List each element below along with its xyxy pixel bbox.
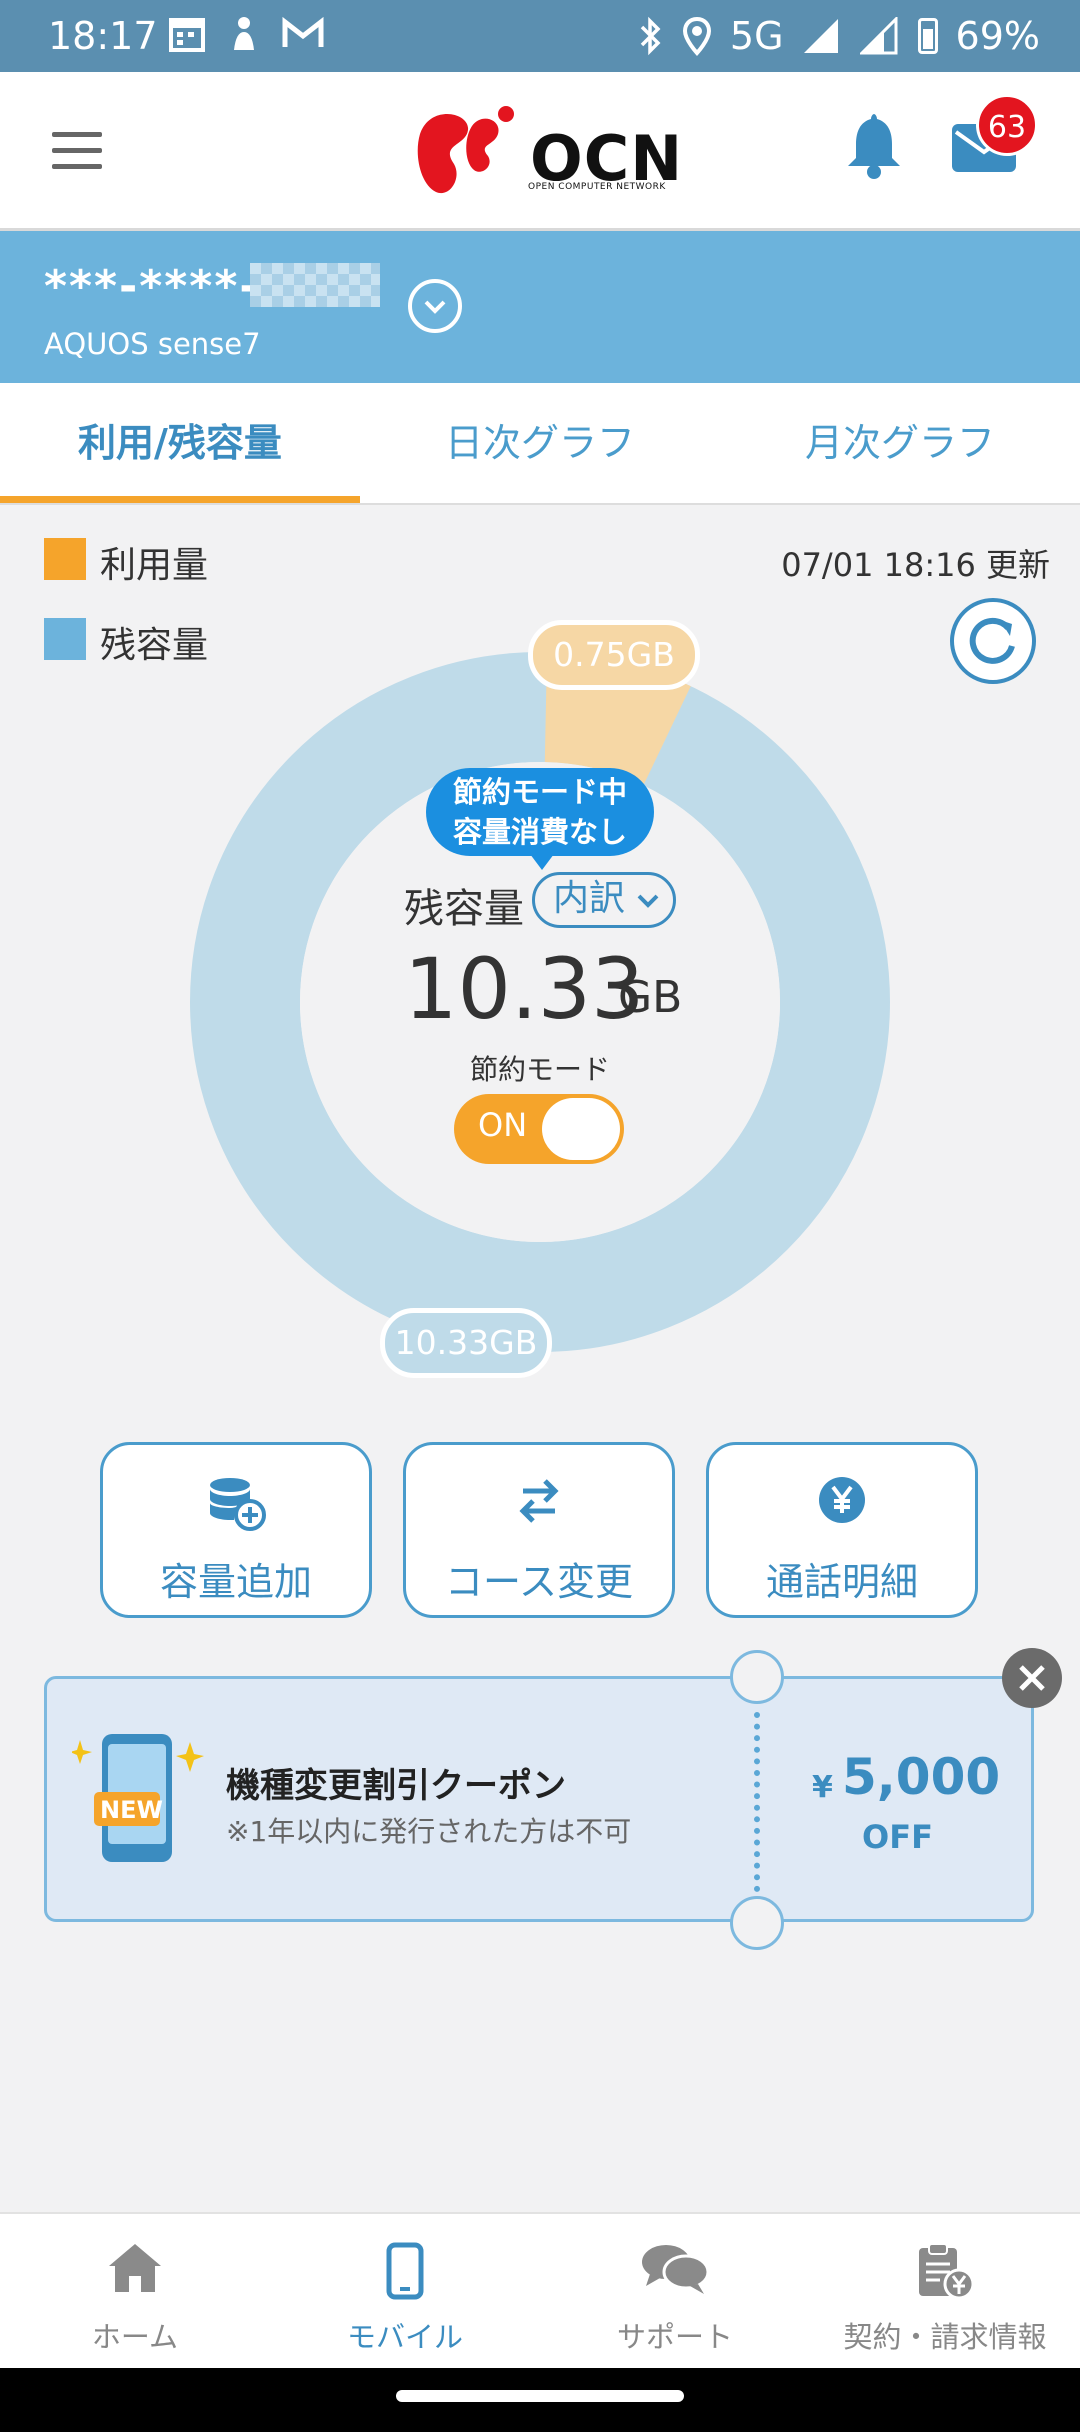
clock: 18:17 [48, 14, 158, 58]
database-add-icon [210, 1478, 266, 1531]
call-details-label: 通話明細 [765, 1560, 918, 1604]
masked-number [250, 263, 380, 307]
remaining-label: 残容量 [404, 886, 524, 932]
battery-percent: 69% [955, 14, 1040, 58]
remaining-value: 10.33 [404, 940, 645, 1038]
tooltip-line-2: 容量消費なし [452, 815, 627, 849]
nav-contract[interactable]: 契約・請求情報 [810, 2214, 1080, 2370]
nav-home[interactable]: ホーム [0, 2214, 270, 2370]
coupon-title: 機種変更割引クーポン [226, 1766, 566, 1806]
chat-icon [642, 2245, 710, 2294]
logo-subtitle: OPEN COMPUTER NETWORK [528, 182, 666, 192]
home-gesture-bar[interactable] [396, 2390, 684, 2402]
menu-icon[interactable] [52, 132, 102, 180]
tab-daily-graph[interactable]: 日次グラフ [360, 383, 720, 503]
home-icon [109, 2244, 161, 2292]
refresh-button[interactable] [950, 598, 1036, 684]
line-selector[interactable]: ***-****- AQUOS sense7 [0, 231, 1080, 383]
legend-used-swatch [44, 538, 86, 580]
location-icon [682, 16, 711, 56]
tab-monthly-graph[interactable]: 月次グラフ [720, 383, 1080, 503]
notification-icons [168, 14, 324, 54]
contract-icon [919, 2243, 975, 2300]
tab-bar: 利用/残容量 日次グラフ 月次グラフ [0, 383, 1080, 505]
save-mode-tooltip: 節約モード中 容量消費なし [426, 768, 654, 870]
coupon-divider [754, 1712, 760, 1892]
nav-contract-label: 契約・請求情報 [843, 2320, 1047, 2354]
line-dropdown-button[interactable] [408, 279, 462, 333]
used-amount-pill: 0.75GB [528, 620, 700, 690]
mobile-icon [386, 2242, 424, 2300]
coupon-note: ※1年以内に発行された方は不可 [226, 1815, 632, 1848]
app-header: OCN OPEN COMPUTER NETWORK 63 [0, 72, 1080, 231]
breakdown-label: 内訳 [553, 878, 626, 919]
tooltip-line-1: 節約モード中 [452, 775, 627, 809]
change-course-label: コース変更 [444, 1560, 634, 1604]
system-indicators: 5G 69% [638, 14, 1040, 58]
updated-timestamp: 07/01 18:16 更新 [781, 546, 1050, 584]
call-details-button[interactable]: 通話明細 [706, 1442, 978, 1618]
active-tab-indicator [0, 496, 360, 503]
swap-arrows-icon [519, 1479, 559, 1523]
breakdown-button[interactable]: 内訳 [532, 872, 676, 928]
toggle-knob [542, 1098, 620, 1160]
line-number: ***-****- [44, 261, 260, 312]
legend-remaining-swatch [44, 618, 86, 660]
new-badge: NEW [100, 1796, 163, 1824]
coupon-off-label: OFF [862, 1818, 933, 1856]
app-notification-icon [234, 17, 254, 50]
refresh-icon [969, 617, 1015, 664]
coupon-notch-top [730, 1650, 784, 1704]
add-capacity-label: 容量追加 [159, 1560, 312, 1604]
close-coupon-button[interactable] [1002, 1648, 1062, 1708]
add-capacity-button[interactable]: 容量追加 [100, 1442, 372, 1618]
bluetooth-icon [640, 16, 661, 56]
bell-icon[interactable] [846, 110, 902, 180]
chevron-down-icon [424, 300, 446, 314]
nav-mobile-label: モバイル [346, 2320, 463, 2354]
close-icon [1019, 1665, 1045, 1691]
save-mode-toggle[interactable]: ON [454, 1094, 624, 1164]
coupon-currency: ¥ [812, 1770, 833, 1805]
yen-circle-icon [819, 1477, 865, 1523]
chevron-down-icon [637, 894, 659, 908]
toggle-state: ON [478, 1106, 528, 1144]
signal-icon [803, 19, 838, 53]
nav-support[interactable]: サポート [540, 2214, 810, 2370]
device-name: AQUOS sense7 [44, 327, 261, 361]
remaining-unit: GB [618, 972, 683, 1023]
calendar-icon [169, 18, 205, 52]
coupon-amount: 5,000 [842, 1748, 1001, 1806]
coupon-notch-bottom [730, 1896, 784, 1950]
nav-support-label: サポート [616, 2320, 733, 2354]
bottom-navigation: ホーム モバイル サポート 契約・請求情報 [0, 2212, 1080, 2370]
tab-usage[interactable]: 利用/残容量 [0, 383, 360, 503]
remaining-amount-pill: 10.33GB [380, 1308, 552, 1378]
legend-used-label: 利用量 [100, 545, 209, 586]
battery-icon [917, 18, 938, 54]
network-type: 5G [729, 14, 784, 58]
save-mode-label: 節約モード [470, 1053, 611, 1086]
status-bar: 18:17 5G 69% [0, 0, 1080, 72]
change-course-button[interactable]: コース変更 [403, 1442, 675, 1618]
gmail-icon [282, 17, 324, 47]
mail-count-badge: 63 [976, 94, 1038, 156]
signal-icon-2 [859, 17, 898, 55]
nav-mobile[interactable]: モバイル [270, 2214, 540, 2370]
nav-home-label: ホーム [91, 2320, 179, 2354]
